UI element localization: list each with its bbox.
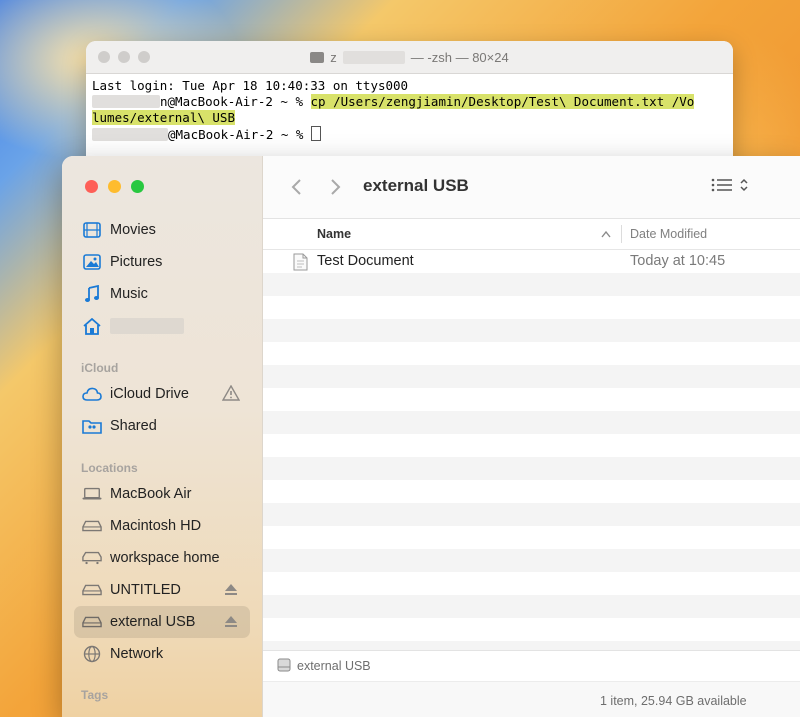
close-button[interactable] <box>85 180 98 193</box>
drive-icon <box>277 658 291 675</box>
drive-icon <box>82 580 102 600</box>
file-list: Test Document Today at 10:45 <box>263 250 800 664</box>
empty-row <box>263 388 800 411</box>
status-text: 1 item, 25.94 GB available <box>600 694 747 708</box>
empty-row <box>263 457 800 480</box>
column-divider[interactable] <box>621 225 622 243</box>
sidebar-item-network[interactable]: Network <box>74 638 250 670</box>
sidebar-heading-locations: Locations <box>81 461 138 475</box>
window-controls <box>85 180 144 193</box>
up-down-chevron-icon <box>740 178 748 192</box>
drive-icon <box>82 612 102 632</box>
terminal-output[interactable]: Last login: Tue Apr 18 10:40:33 on ttys0… <box>86 74 733 147</box>
terminal-minimize-button[interactable] <box>118 51 130 63</box>
window-title: external USB <box>363 176 469 195</box>
finder-main: external USB Name Date Modified Test Doc… <box>263 156 800 717</box>
column-date-modified[interactable]: Date Modified <box>630 227 707 241</box>
empty-row <box>263 411 800 434</box>
minimize-button[interactable] <box>108 180 121 193</box>
redacted-home-name <box>110 318 184 334</box>
folder-icon <box>310 51 325 63</box>
column-header: Name Date Modified <box>263 219 800 250</box>
terminal-line-prompt: @MacBook-Air-2 ~ % <box>92 126 727 143</box>
file-name: Test Document <box>317 253 414 269</box>
sidebar-item-macbook-air[interactable]: MacBook Air <box>74 478 250 510</box>
music-note-icon <box>82 284 102 304</box>
chevron-left-icon <box>291 179 301 195</box>
redacted-username <box>92 95 160 108</box>
empty-row <box>263 319 800 342</box>
empty-row <box>263 526 800 549</box>
sidebar-item-shared[interactable]: Shared <box>74 410 250 442</box>
eject-icon[interactable] <box>224 582 238 600</box>
redacted-username <box>92 128 168 141</box>
terminal-line-login: Last login: Tue Apr 18 10:40:33 on ttys0… <box>92 78 409 93</box>
sidebar-item-icloud-drive[interactable]: iCloud Drive <box>74 378 250 410</box>
file-date: Today at 10:45 <box>630 253 726 269</box>
finder-toolbar: external USB <box>263 156 800 219</box>
list-view-icon <box>711 178 732 192</box>
terminal-line-command-wrap: lumes/external\ USB <box>92 110 727 126</box>
path-bar-item[interactable]: external USB <box>297 659 371 673</box>
cloud-icon <box>82 384 102 404</box>
terminal-titlebar[interactable]: z — -zsh — 80×24 <box>86 41 733 74</box>
drive-icon <box>82 516 102 536</box>
forward-button[interactable] <box>325 175 347 199</box>
finder-sidebar: Movies Pictures Music iCloud iCloud Driv… <box>62 156 263 717</box>
zoom-button[interactable] <box>131 180 144 193</box>
table-row[interactable]: Test Document Today at 10:45 <box>263 250 800 273</box>
globe-icon <box>82 644 102 664</box>
sort-ascending-icon[interactable] <box>601 227 611 241</box>
sidebar-item-movies[interactable]: Movies <box>74 214 250 246</box>
empty-row <box>263 365 800 388</box>
status-bar: 1 item, 25.94 GB available <box>263 681 800 717</box>
sidebar-heading-tags: Tags <box>81 688 109 702</box>
sidebar-item-workspace-home[interactable]: workspace home <box>74 542 250 574</box>
sidebar-item-external-usb[interactable]: external USB <box>74 606 250 638</box>
view-options-button[interactable] <box>711 177 749 193</box>
film-icon <box>82 220 102 240</box>
empty-row <box>263 595 800 618</box>
terminal-title: z — -zsh — 80×24 <box>310 50 509 65</box>
sidebar-item-untitled[interactable]: UNTITLED <box>74 574 250 606</box>
warning-icon[interactable] <box>221 384 241 405</box>
back-button[interactable] <box>285 175 307 199</box>
sidebar-item-music[interactable]: Music <box>74 278 250 310</box>
sidebar-item-macintosh-hd[interactable]: Macintosh HD <box>74 510 250 542</box>
sidebar-item-home[interactable] <box>74 310 250 342</box>
terminal-line-command: n@MacBook-Air-2 ~ % cp /Users/zengjiamin… <box>92 94 727 110</box>
empty-row <box>263 549 800 572</box>
chevron-right-icon <box>331 179 341 195</box>
photo-icon <box>82 252 102 272</box>
terminal-zoom-button[interactable] <box>138 51 150 63</box>
finder-window[interactable]: Movies Pictures Music iCloud iCloud Driv… <box>62 156 800 717</box>
empty-row <box>263 273 800 296</box>
empty-row <box>263 572 800 595</box>
laptop-icon <box>82 484 102 504</box>
eject-icon[interactable] <box>224 614 238 632</box>
shared-folder-icon <box>82 416 102 436</box>
document-icon <box>293 253 308 275</box>
empty-row <box>263 296 800 319</box>
sidebar-heading-icloud: iCloud <box>81 361 119 375</box>
sidebar-item-pictures[interactable]: Pictures <box>74 246 250 278</box>
network-drive-icon <box>82 548 102 568</box>
path-bar: external USB <box>263 650 800 681</box>
home-icon <box>82 316 102 336</box>
empty-row <box>263 434 800 457</box>
column-name[interactable]: Name <box>317 227 351 241</box>
terminal-close-button[interactable] <box>98 51 110 63</box>
empty-row <box>263 503 800 526</box>
empty-row <box>263 618 800 641</box>
empty-row <box>263 480 800 503</box>
terminal-cursor <box>311 126 321 141</box>
highlighted-command-wrap: lumes/external\ USB <box>92 110 235 125</box>
empty-row <box>263 342 800 365</box>
redacted-username <box>342 50 405 64</box>
highlighted-command: cp /Users/zengjiamin/Desktop/Test\ Docum… <box>310 94 695 109</box>
